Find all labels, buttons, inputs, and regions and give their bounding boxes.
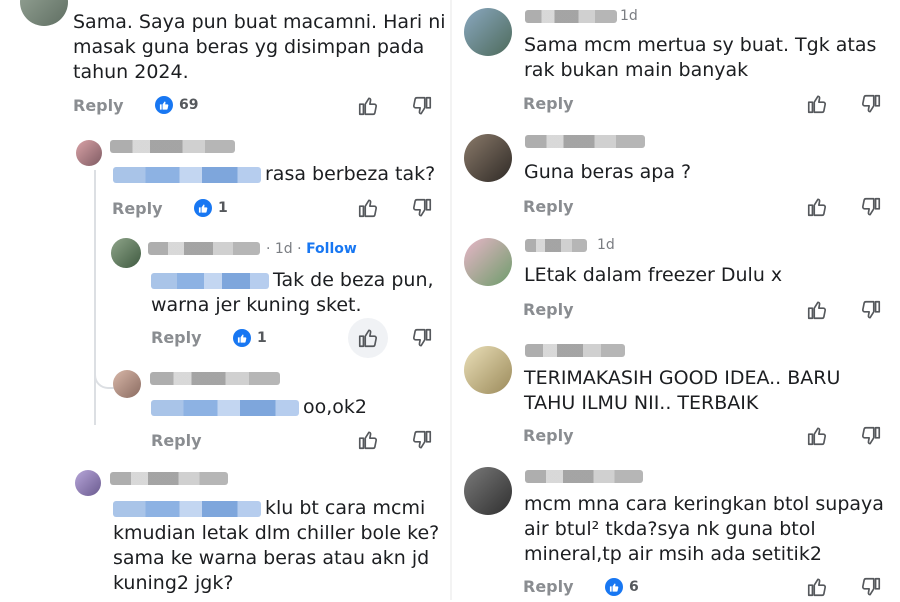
comment-time: 1d	[620, 8, 638, 24]
reply-button[interactable]: Reply	[523, 577, 574, 596]
like-count: 1	[233, 329, 267, 347]
avatar[interactable]	[113, 370, 141, 398]
comment-text: klu bt cara mcmi kmudian letak dlm chill…	[113, 497, 440, 594]
like-count: 69	[155, 96, 198, 114]
like-count: 6	[605, 578, 639, 596]
like-reaction-icon	[605, 578, 623, 596]
comment: TERIMAKASIH GOOD IDEA.. BARU TAHU ILMU N…	[452, 332, 900, 460]
comment: mcm mna cara keringkan btol supaya air b…	[452, 460, 900, 600]
like-reaction-icon	[155, 96, 173, 114]
thumbs-up-icon[interactable]	[806, 425, 828, 447]
reply-comment: oo,ok2 Reply	[0, 362, 450, 457]
avatar[interactable]	[464, 8, 512, 56]
thumbs-down-icon[interactable]	[411, 327, 433, 349]
commenter-name[interactable]	[148, 242, 260, 255]
thumbs-down-icon[interactable]	[860, 576, 882, 598]
avatar[interactable]	[20, 0, 68, 26]
commenter-name[interactable]	[110, 472, 228, 485]
thumbs-down-icon[interactable]	[860, 425, 882, 447]
reply-button[interactable]: Reply	[523, 197, 574, 216]
avatar[interactable]	[111, 238, 141, 268]
thumbs-up-icon[interactable]	[806, 93, 828, 115]
commenter-name[interactable]	[110, 140, 235, 153]
avatar[interactable]	[76, 140, 102, 166]
avatar[interactable]	[464, 238, 512, 286]
comment: Guna beras apa ? Reply	[452, 125, 900, 225]
thumbs-up-icon[interactable]	[357, 327, 379, 349]
right-comment-column: 1d Sama mcm mertua sy buat. Tgk atas rak…	[452, 0, 900, 600]
like-reaction-icon	[194, 199, 212, 217]
like-reaction-icon	[233, 329, 251, 347]
thumbs-down-icon[interactable]	[860, 299, 882, 321]
comment: 1d LEtak dalam freezer Dulu x Reply	[452, 228, 900, 328]
avatar[interactable]	[464, 134, 512, 182]
left-comment-column: Sama. Saya pun buat macamni. Hari ni mas…	[0, 0, 450, 600]
comment-text: Sama mcm mertua sy buat. Tgk atas rak bu…	[524, 34, 877, 81]
comment-text: Guna beras apa ?	[524, 161, 692, 183]
thumbs-up-icon[interactable]	[357, 197, 379, 219]
commenter-name[interactable]	[150, 372, 280, 385]
reply-button[interactable]: Reply	[151, 328, 202, 347]
reply-comment: klu bt cara mcmi kmudian letak dlm chill…	[0, 462, 450, 600]
reply-button[interactable]: Reply	[523, 94, 574, 113]
thumbs-down-icon[interactable]	[860, 196, 882, 218]
follow-link[interactable]: Follow	[306, 241, 357, 257]
thumbs-up-icon[interactable]	[357, 95, 379, 117]
mention-tag[interactable]	[151, 272, 269, 289]
comment-text: TERIMAKASIH GOOD IDEA.. BARU TAHU ILMU N…	[524, 367, 841, 414]
comment-text: Tak de beza pun, warna jer kuning sket.	[151, 269, 434, 316]
avatar[interactable]	[75, 470, 101, 496]
reply-comment: · 1d · Follow Tak de beza pun, warna jer…	[0, 232, 450, 362]
commenter-name[interactable]	[525, 10, 617, 23]
thumbs-down-icon[interactable]	[411, 95, 433, 117]
comment-text: rasa berbeza tak?	[113, 162, 435, 187]
mention-tag[interactable]	[151, 399, 299, 416]
thumbs-up-icon[interactable]	[806, 576, 828, 598]
thumbs-down-icon[interactable]	[411, 429, 433, 451]
comment: 1d Sama mcm mertua sy buat. Tgk atas rak…	[452, 0, 900, 120]
commenter-name[interactable]	[525, 239, 587, 252]
avatar[interactable]	[464, 467, 512, 515]
comment-time: 1d	[597, 237, 615, 253]
thumbs-down-icon[interactable]	[860, 93, 882, 115]
avatar[interactable]	[464, 346, 512, 394]
comment-text: oo,ok2	[151, 395, 367, 420]
comment-text: mcm mna cara keringkan btol supaya air b…	[524, 493, 884, 565]
commenter-name[interactable]	[525, 135, 645, 148]
reply-comment: rasa berbeza tak? Reply 1	[0, 130, 450, 230]
thumbs-up-icon[interactable]	[806, 299, 828, 321]
commenter-name[interactable]	[525, 344, 625, 357]
reply-button[interactable]: Reply	[151, 431, 202, 450]
comment-text: Sama. Saya pun buat macamni. Hari ni mas…	[73, 11, 446, 83]
thumbs-down-icon[interactable]	[411, 197, 433, 219]
reply-button[interactable]: Reply	[73, 96, 124, 115]
reply-button[interactable]: Reply	[523, 426, 574, 445]
thumbs-up-icon[interactable]	[806, 196, 828, 218]
comment-text: LEtak dalam freezer Dulu x	[524, 264, 783, 286]
like-count: 1	[194, 199, 228, 217]
comment: Sama. Saya pun buat macamni. Hari ni mas…	[0, 0, 450, 125]
reply-button[interactable]: Reply	[523, 300, 574, 319]
reply-button[interactable]: Reply	[112, 199, 163, 218]
thumbs-up-icon[interactable]	[357, 429, 379, 451]
commenter-name[interactable]	[525, 470, 643, 483]
comment-meta: · 1d · Follow	[266, 241, 357, 257]
mention-tag[interactable]	[113, 166, 261, 183]
mention-tag[interactable]	[113, 500, 261, 517]
